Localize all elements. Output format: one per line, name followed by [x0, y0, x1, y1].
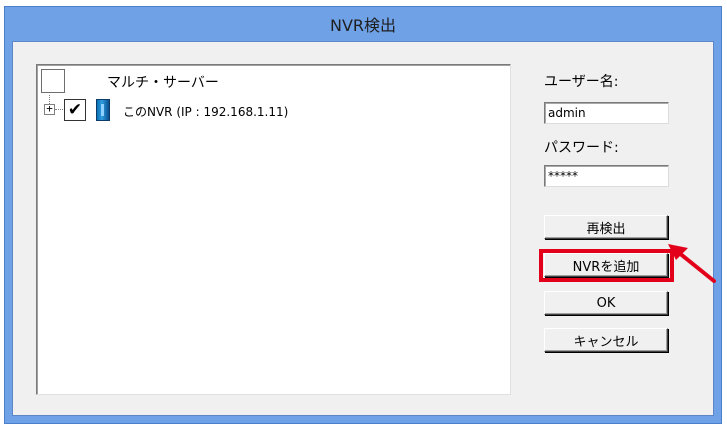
dialog-client-area: マルチ・サーバー + ✔ このNVR (IP : 192.168.1.11) ユ… — [12, 41, 714, 416]
rediscover-button[interactable]: 再検出 — [544, 215, 668, 239]
password-input[interactable] — [544, 165, 669, 187]
nvr-node-label[interactable]: このNVR (IP : 192.168.1.11) — [123, 103, 288, 120]
ok-button[interactable]: OK — [544, 291, 668, 315]
nvr-node-checkbox[interactable]: ✔ — [64, 99, 86, 121]
username-label: ユーザー名: — [544, 74, 619, 90]
nvr-tree-view[interactable]: マルチ・サーバー + ✔ このNVR (IP : 192.168.1.11) — [36, 64, 511, 395]
pointer-arrow-icon — [668, 244, 716, 283]
password-label: パスワード: — [544, 140, 619, 156]
root-node-checkbox[interactable] — [41, 69, 65, 93]
root-node-label: マルチ・サーバー — [107, 75, 219, 91]
add-nvr-highlight-box — [539, 249, 674, 282]
expand-plus-icon[interactable]: + — [44, 103, 55, 115]
username-input[interactable] — [544, 102, 669, 124]
nvr-device-icon — [96, 99, 110, 121]
tree-connector-line — [55, 109, 63, 110]
cancel-button[interactable]: キャンセル — [544, 328, 668, 352]
nvr-discovery-window: NVR検出 マルチ・サーバー + ✔ このNVR (IP : 192.168.1… — [4, 6, 722, 424]
window-title: NVR検出 — [329, 16, 397, 35]
